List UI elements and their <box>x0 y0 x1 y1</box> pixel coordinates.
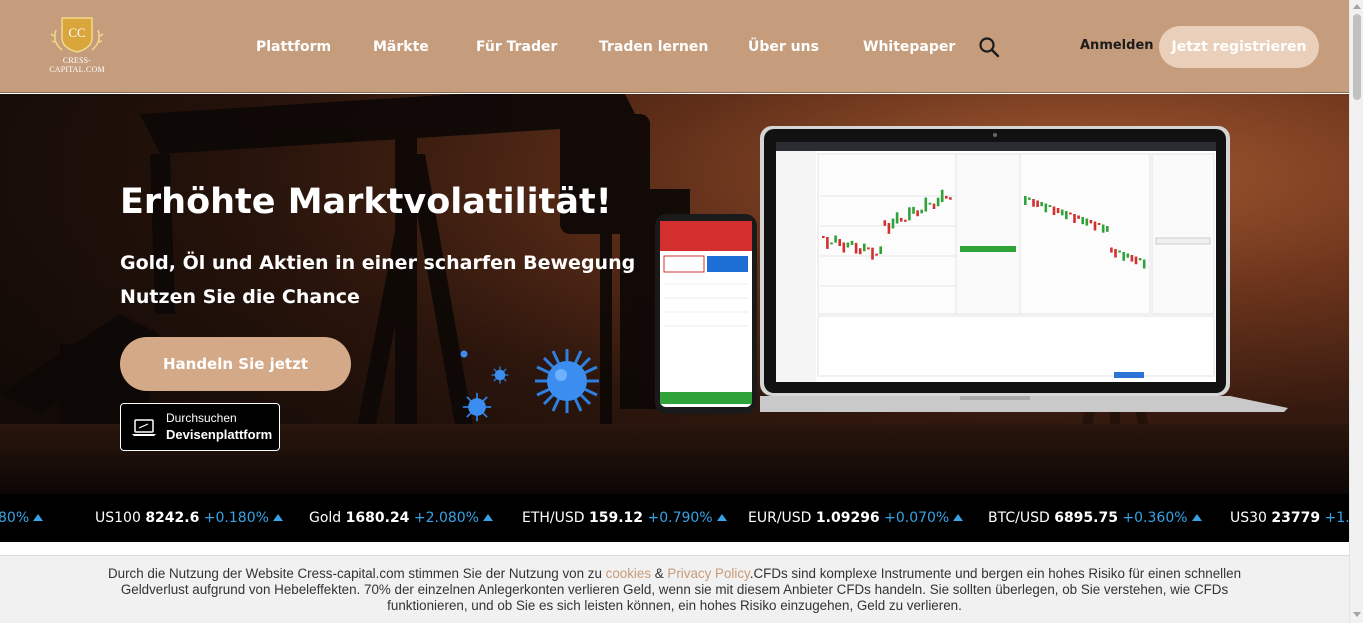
ticker-change: +0.360% <box>1122 510 1188 526</box>
trade-now-button[interactable]: Handeln Sie jetzt <box>120 337 351 391</box>
arrow-up-icon <box>953 514 964 521</box>
ticker-value: 6895.75 <box>1054 510 1118 526</box>
ticker-item[interactable]: EUR/USD 1.09296 +0.070% <box>748 494 964 542</box>
ticker-symbol: ETH/USD <box>522 510 585 526</box>
virus-icon-small <box>462 392 492 422</box>
nav-maerkte[interactable]: Märkte <box>373 32 429 62</box>
scroll-down-arrow-icon[interactable] <box>1353 612 1361 617</box>
logo-monogram: CC <box>68 25 85 40</box>
nav-ueber-uns[interactable]: Über uns <box>748 32 819 62</box>
scroll-up-arrow-icon[interactable] <box>1353 4 1361 9</box>
privacy-policy-link[interactable]: Privacy Policy <box>667 566 749 581</box>
laptop-icon <box>132 419 156 436</box>
logo-crest-icon: CC <box>50 17 104 53</box>
price-ticker: 80% US100 8242.6 +0.180% Gold 1680.24 +2… <box>0 494 1349 542</box>
ticker-symbol: US100 <box>95 510 141 526</box>
register-button[interactable]: Jetzt registrieren <box>1159 26 1319 68</box>
hero-subtitle: Gold, Öl und Aktien in einer scharfen Be… <box>120 252 636 274</box>
ticker-change: +2.080% <box>413 510 479 526</box>
ticker-value: 23779 <box>1271 510 1321 526</box>
ticker-item[interactable]: ETH/USD 159.12 +0.790% <box>522 494 727 542</box>
ticker-symbol: Gold <box>309 510 342 526</box>
laptop-platform-image <box>760 126 1288 412</box>
arrow-up-icon <box>716 514 727 521</box>
virus-icon <box>535 349 599 413</box>
cookie-notice-text: Durch die Nutzung der Website Cress-capi… <box>107 566 1242 613</box>
virus-icon-tiny <box>491 366 509 384</box>
nav-plattform[interactable]: Plattform <box>256 32 331 62</box>
platform-label: Devisenplattform <box>166 427 273 442</box>
browse-platform-button[interactable]: Durchsuchen Devisenplattform <box>120 403 280 451</box>
logo[interactable]: CC CRESS-CAPITAL.COM <box>38 12 116 74</box>
ticker-change: 80% <box>0 510 30 526</box>
scrollbar[interactable] <box>1349 0 1363 623</box>
ticker-change: +0.180% <box>203 510 269 526</box>
search-icon[interactable] <box>978 36 1000 58</box>
hero-title: Erhöhte Marktvolatilität! <box>120 182 612 222</box>
ticker-item[interactable]: BTC/USD 6895.75 +0.360% <box>988 494 1202 542</box>
login-link[interactable]: Anmelden <box>1080 38 1154 53</box>
ticker-symbol: BTC/USD <box>988 510 1050 526</box>
arrow-up-icon <box>483 514 493 521</box>
scroll-thumb[interactable] <box>1353 14 1361 100</box>
ticker-item[interactable]: US30 23779 +1.210 <box>1230 494 1349 542</box>
nav-traden-lernen[interactable]: Traden lernen <box>599 32 708 62</box>
ticker-value: 8242.6 <box>145 510 200 526</box>
browse-label: Durchsuchen <box>166 411 237 425</box>
ticker-item[interactable]: 80% <box>0 494 44 542</box>
arrow-up-icon <box>272 514 283 521</box>
arrow-up-icon <box>33 514 44 521</box>
nav-fuer-trader[interactable]: Für Trader <box>476 32 557 62</box>
ticker-change: +0.790% <box>647 510 713 526</box>
ticker-change: +1.210 <box>1324 510 1349 526</box>
ticker-item[interactable]: US100 8242.6 +0.180% <box>95 494 283 542</box>
ticker-value: 1.09296 <box>815 510 880 526</box>
ticker-value: 1680.24 <box>345 510 410 526</box>
site-header: CC CRESS-CAPITAL.COM Plattform Märkte Fü… <box>0 0 1349 93</box>
hero-subtitle-2: Nutzen Sie die Chance <box>120 286 360 308</box>
logo-text: CRESS-CAPITAL.COM <box>49 56 105 74</box>
ticker-item[interactable]: Gold 1680.24 +2.080% <box>309 494 493 542</box>
ticker-symbol: EUR/USD <box>748 510 812 526</box>
arrow-up-icon <box>1191 514 1202 521</box>
phone-platform-image <box>655 214 757 414</box>
ticker-value: 159.12 <box>589 510 644 526</box>
ticker-symbol: US30 <box>1230 510 1267 526</box>
nav-whitepaper[interactable]: Whitepaper <box>863 32 955 62</box>
ticker-change: +0.070% <box>884 510 950 526</box>
cookie-banner: Durch die Nutzung der Website Cress-capi… <box>0 555 1349 623</box>
virus-dot-icon <box>460 350 468 358</box>
cookies-link[interactable]: cookies <box>606 566 651 581</box>
hero-banner: Erhöhte Marktvolatilität! Gold, Öl und A… <box>0 94 1349 494</box>
